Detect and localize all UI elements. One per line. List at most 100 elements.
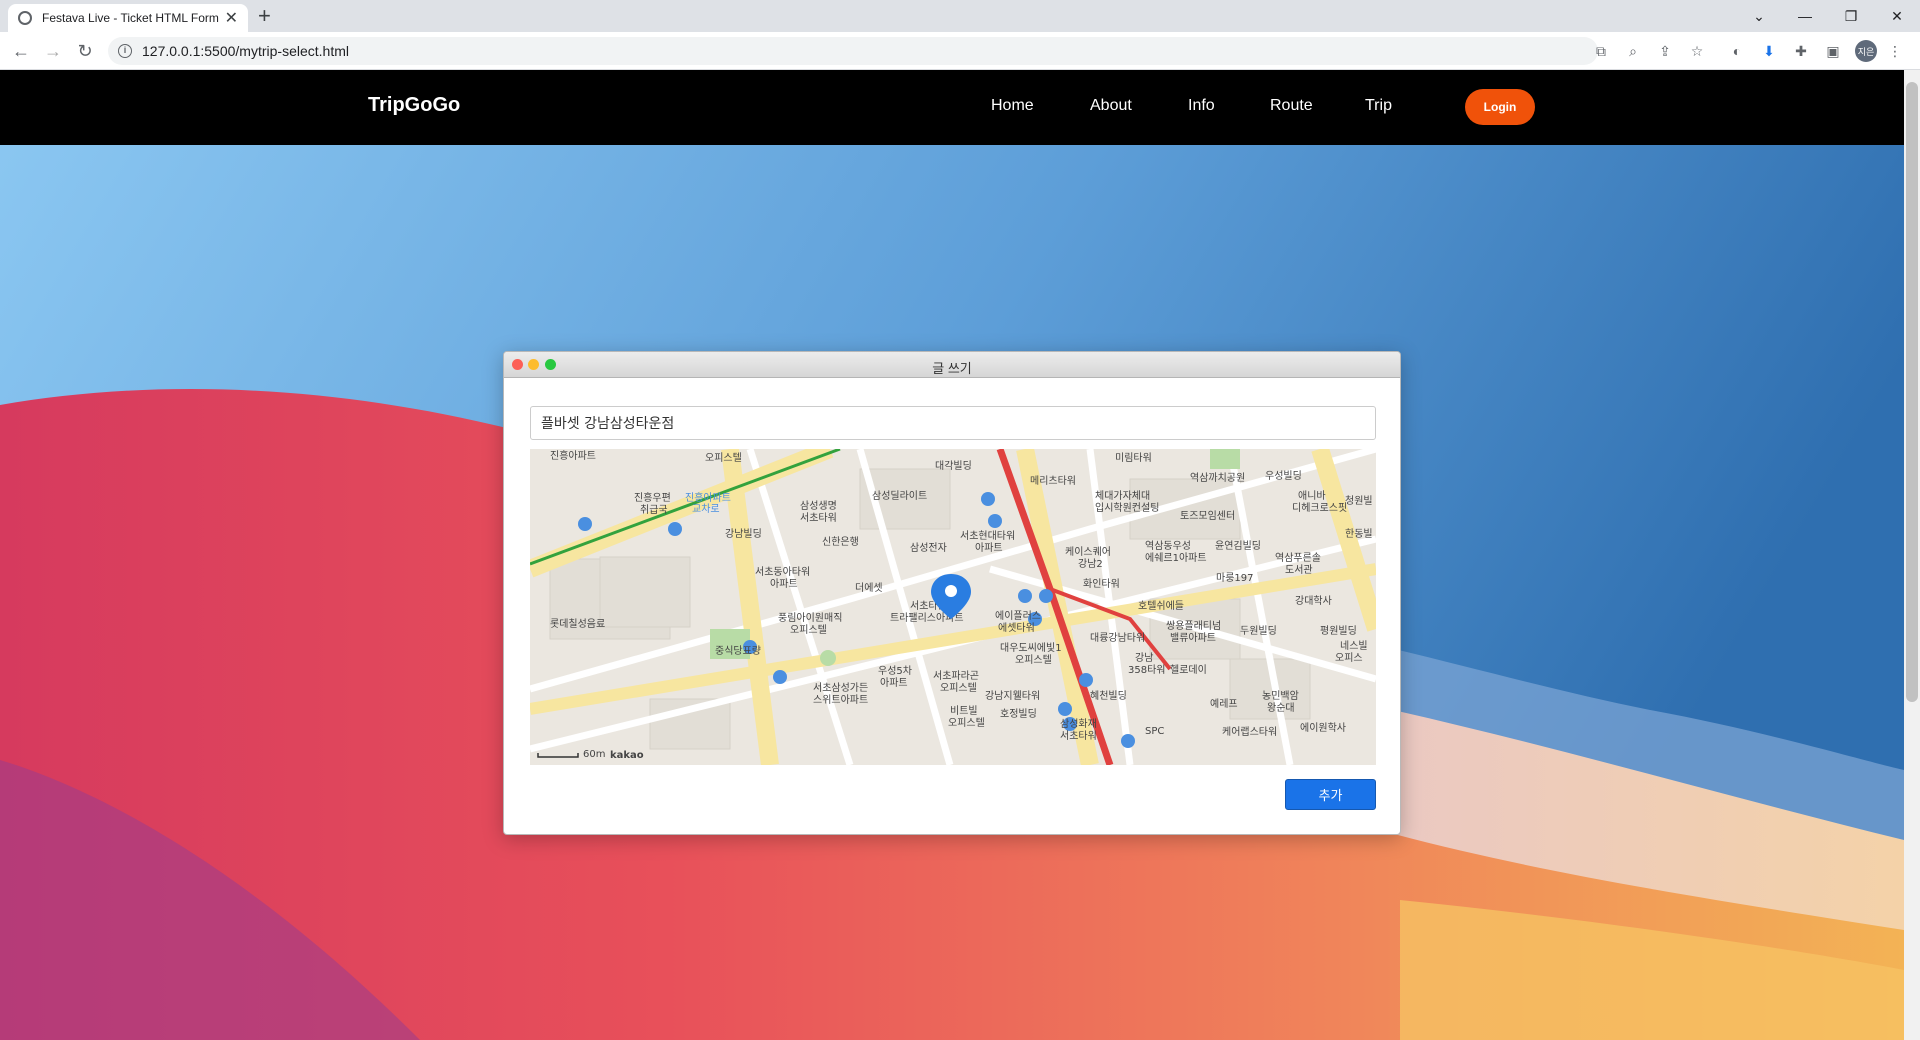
- svg-text:비트빌: 비트빌: [950, 705, 978, 717]
- menu-dots-icon[interactable]: ⋮: [1885, 41, 1905, 61]
- close-window-button[interactable]: ✕: [1874, 0, 1920, 32]
- svg-text:농민백암: 농민백암: [1262, 690, 1299, 702]
- svg-text:토즈모임센터: 토즈모임센터: [1180, 509, 1235, 522]
- svg-text:우성빌딩: 우성빌딩: [1265, 470, 1302, 482]
- svg-text:네스빌: 네스빌: [1340, 640, 1368, 652]
- svg-text:호정빌딩: 호정빌딩: [1000, 708, 1037, 720]
- nav-trip[interactable]: Trip: [1365, 97, 1392, 115]
- svg-text:호텔쉬에들: 호텔쉬에들: [1138, 600, 1184, 612]
- browser-tab[interactable]: Festava Live - Ticket HTML Form ✕: [8, 4, 248, 32]
- svg-text:우성5차: 우성5차: [878, 665, 912, 677]
- url-text: 127.0.0.1:5500/mytrip-select.html: [142, 43, 349, 59]
- svg-text:오피스: 오피스: [1335, 652, 1363, 664]
- svg-text:메리츠타워: 메리츠타워: [1030, 474, 1076, 487]
- svg-text:서초동아타워: 서초동아타워: [755, 565, 810, 578]
- svg-text:신한은행: 신한은행: [822, 536, 859, 548]
- minimize-button[interactable]: —: [1782, 0, 1828, 32]
- side-panel-icon[interactable]: ▣: [1823, 41, 1843, 61]
- login-button[interactable]: Login: [1465, 89, 1535, 125]
- browser-toolbar: ← → ↻ i 127.0.0.1:5500/mytrip-select.htm…: [0, 32, 1920, 70]
- tab-search-icon[interactable]: ⌄: [1736, 0, 1782, 32]
- map-scale-label: 60m: [583, 749, 605, 760]
- svg-text:강남2: 강남2: [1078, 558, 1103, 570]
- profile-avatar[interactable]: 지은: [1855, 40, 1877, 62]
- nav-route[interactable]: Route: [1270, 97, 1313, 115]
- svg-text:강대학사: 강대학사: [1295, 595, 1332, 607]
- dialog-titlebar: 글 쓰기: [504, 352, 1400, 378]
- svg-text:체대가자체대: 체대가자체대: [1095, 490, 1150, 502]
- nav-info[interactable]: Info: [1188, 97, 1215, 115]
- svg-text:에셋타워: 에셋타워: [998, 621, 1035, 634]
- svg-text:화인타워: 화인타워: [1083, 577, 1120, 590]
- svg-text:서초삼성가든: 서초삼성가든: [813, 682, 868, 694]
- svg-text:서초타워: 서초타워: [800, 511, 837, 524]
- svg-text:오피스텔: 오피스텔: [1015, 654, 1052, 666]
- new-tab-button[interactable]: +: [258, 4, 271, 28]
- svg-text:디헤크로스핏: 디헤크로스핏: [1292, 502, 1347, 514]
- svg-text:삼성화재: 삼성화재: [1060, 718, 1097, 730]
- svg-text:더에셋: 더에셋: [855, 582, 883, 594]
- add-button[interactable]: 추가: [1285, 779, 1376, 810]
- share-icon[interactable]: ⇪: [1655, 41, 1675, 61]
- svg-text:케어랩스타워: 케어랩스타워: [1222, 725, 1277, 738]
- bookmark-star-icon[interactable]: ☆: [1687, 41, 1707, 61]
- svg-text:오피스텔: 오피스텔: [705, 452, 742, 464]
- svg-text:미림타워: 미림타워: [1115, 451, 1152, 464]
- write-post-dialog: 글 쓰기 플바셋 강남삼성타운점 진흥아파트 오피스텔 대각빌딩 미림타워 역삼…: [503, 351, 1401, 835]
- site-header: TripGoGo Home About Info Route Trip Logi…: [0, 70, 1904, 145]
- svg-text:대우도씨에빛1: 대우도씨에빛1: [1000, 642, 1062, 654]
- kakao-map[interactable]: 진흥아파트 오피스텔 대각빌딩 미림타워 역삼까치공원 우성빌딩 진흥우편 취급…: [530, 449, 1376, 765]
- address-bar[interactable]: i 127.0.0.1:5500/mytrip-select.html: [108, 37, 1598, 65]
- svg-text:예레프: 예레프: [1210, 698, 1238, 710]
- svg-text:서초타워: 서초타워: [1060, 729, 1097, 742]
- browser-tab-strip: Festava Live - Ticket HTML Form ✕ + ⌄ — …: [0, 0, 1920, 32]
- svg-text:삼성전자: 삼성전자: [910, 542, 947, 554]
- download-icon[interactable]: ⬇: [1759, 41, 1779, 61]
- svg-text:밸류아파트: 밸류아파트: [1170, 632, 1216, 644]
- close-tab-icon[interactable]: ✕: [225, 8, 238, 28]
- svg-text:에이플러스: 에이플러스: [995, 610, 1041, 622]
- site-logo[interactable]: TripGoGo: [368, 94, 460, 117]
- svg-text:진흥우편: 진흥우편: [634, 491, 671, 504]
- svg-text:도서관: 도서관: [1285, 564, 1313, 576]
- translate-icon[interactable]: ⧉: [1591, 41, 1611, 61]
- site-info-icon[interactable]: i: [118, 44, 132, 58]
- svg-text:윤연김빌딩: 윤연김빌딩: [1215, 540, 1261, 552]
- svg-text:오피스텔: 오피스텔: [948, 717, 985, 729]
- nav-about[interactable]: About: [1090, 97, 1132, 115]
- svg-text:케이스퀘어: 케이스퀘어: [1065, 546, 1111, 558]
- reload-icon[interactable]: ↻: [72, 38, 98, 64]
- svg-text:쌍용플래티넘: 쌍용플래티넘: [1166, 620, 1221, 632]
- globe-icon: [18, 11, 32, 25]
- svg-text:헬로데이: 헬로데이: [1170, 664, 1207, 676]
- nav-home[interactable]: Home: [991, 97, 1034, 115]
- svg-text:롯데칠성음료: 롯데칠성음료: [550, 618, 605, 630]
- svg-text:입시학원컨설팅: 입시학원컨설팅: [1095, 501, 1159, 514]
- svg-text:삼성딜라이트: 삼성딜라이트: [872, 490, 927, 502]
- svg-text:강남빌딩: 강남빌딩: [725, 528, 762, 540]
- svg-text:평원빌딩: 평원빌딩: [1320, 625, 1357, 637]
- back-arrow-icon[interactable]: ←: [8, 38, 34, 64]
- svg-text:에쉐르1아파트: 에쉐르1아파트: [1145, 552, 1207, 564]
- svg-text:아파트: 아파트: [880, 677, 908, 689]
- svg-text:역삼까치공원: 역삼까치공원: [1190, 472, 1245, 484]
- restore-button[interactable]: ❐: [1828, 0, 1874, 32]
- svg-text:중식당표량: 중식당표량: [715, 645, 761, 657]
- svg-text:두원빌딩: 두원빌딩: [1240, 625, 1277, 637]
- place-title-input[interactable]: 플바셋 강남삼성타운점: [530, 406, 1376, 440]
- page-viewport: TripGoGo Home About Info Route Trip Logi…: [0, 70, 1904, 1040]
- forward-arrow-icon[interactable]: →: [40, 38, 66, 64]
- svg-text:역삼동우성: 역삼동우성: [1145, 540, 1191, 552]
- dialog-title: 글 쓰기: [932, 361, 972, 376]
- extension-icon[interactable]: ◐: [1727, 41, 1747, 61]
- tab-title: Festava Live - Ticket HTML Form: [42, 11, 219, 25]
- scrollbar-thumb[interactable]: [1906, 82, 1918, 702]
- svg-text:서초파라곤: 서초파라곤: [933, 670, 979, 682]
- svg-text:대륭강남타워: 대륭강남타워: [1090, 631, 1145, 644]
- svg-text:아파트: 아파트: [975, 542, 1003, 554]
- extensions-puzzle-icon[interactable]: ✚: [1791, 41, 1811, 61]
- zoom-icon[interactable]: ⌕: [1623, 41, 1643, 61]
- svg-text:에이원학사: 에이원학사: [1300, 722, 1346, 734]
- svg-text:진흥아파트: 진흥아파트: [685, 491, 731, 504]
- svg-text:왕순대: 왕순대: [1267, 702, 1295, 714]
